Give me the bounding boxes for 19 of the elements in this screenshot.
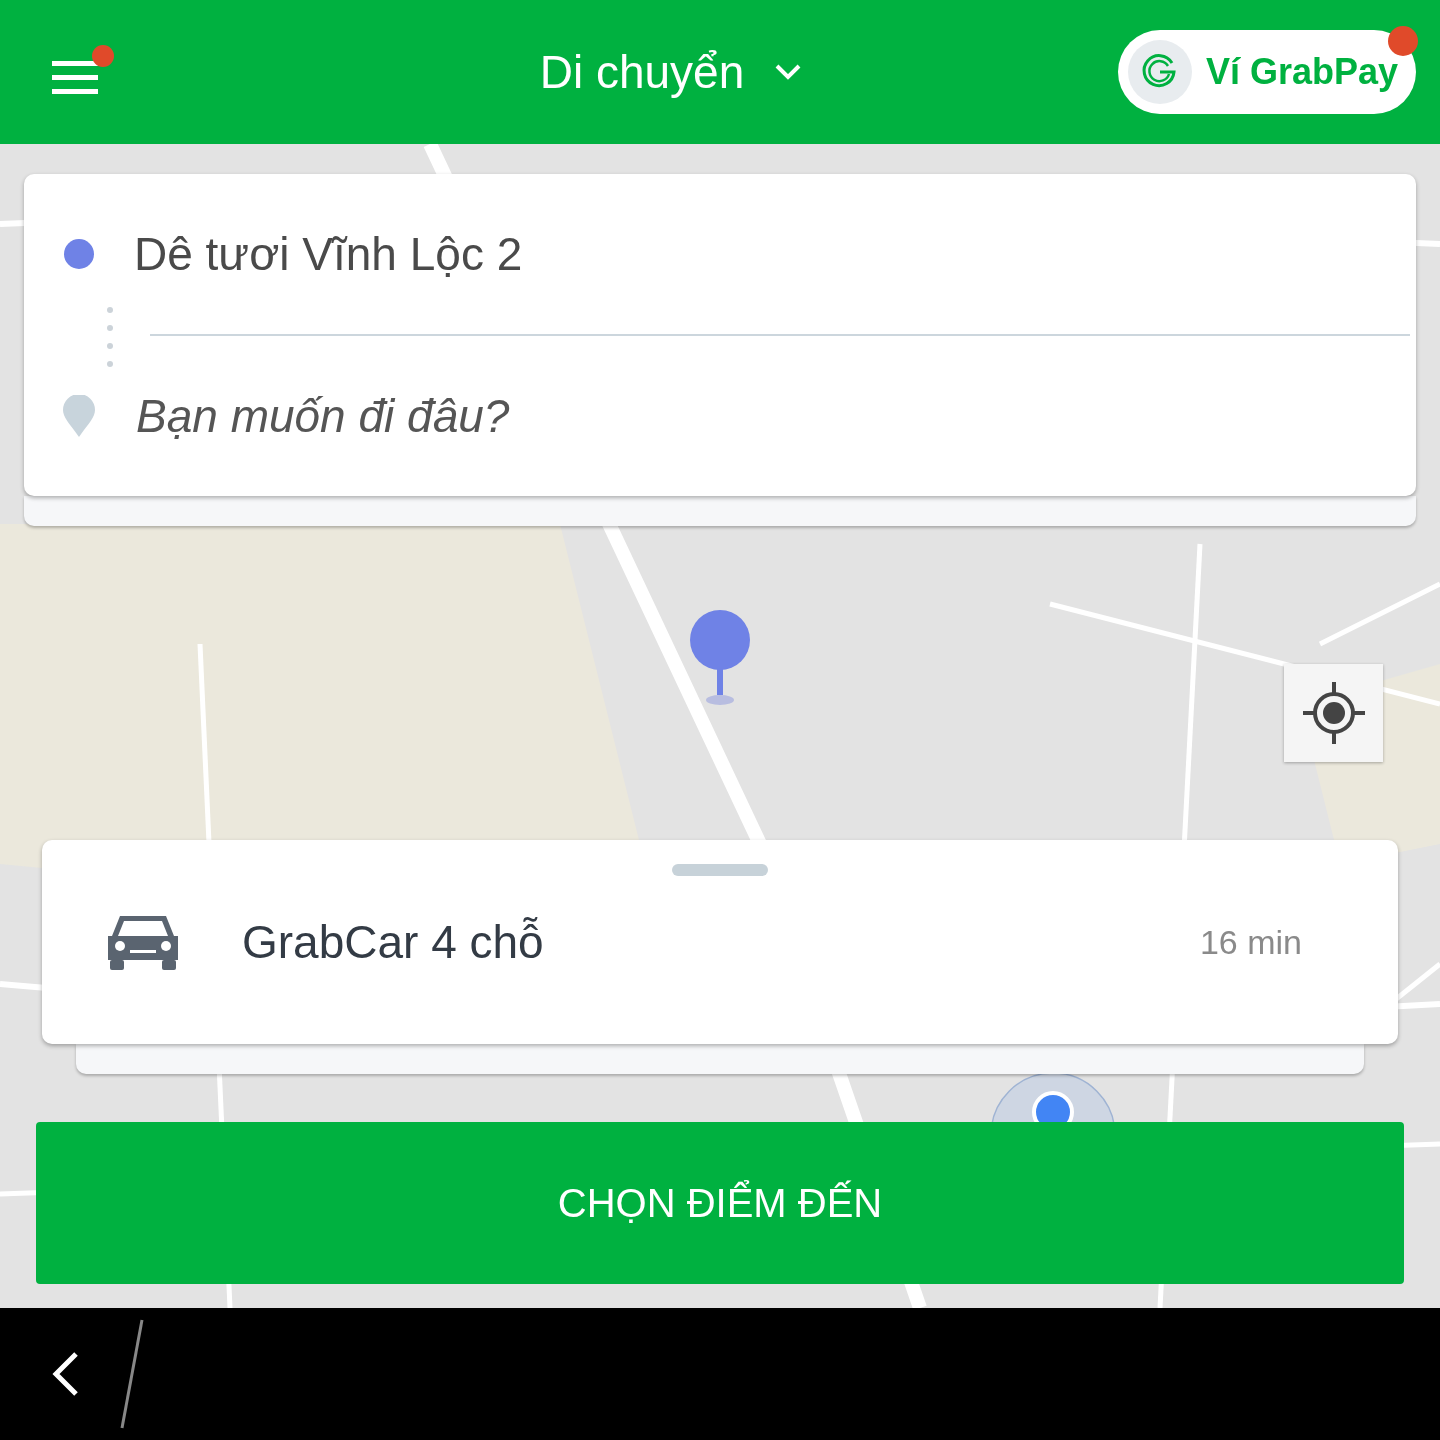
destination-field[interactable]: Bạn muốn đi đâu? — [134, 388, 1416, 444]
chevron-down-icon — [774, 63, 803, 81]
vehicle-card[interactable]: GrabCar 4 chỗ 16 min — [42, 840, 1398, 1044]
location-pin-icon — [63, 395, 95, 437]
choose-destination-button[interactable]: CHỌN ĐIỂM ĐẾN — [36, 1122, 1404, 1284]
my-location-button[interactable] — [1284, 664, 1383, 762]
wallet-logo-icon — [1127, 40, 1192, 104]
service-dropdown[interactable]: Di chuyển — [539, 45, 803, 99]
drag-handle[interactable] — [672, 864, 768, 876]
back-button[interactable] — [50, 1351, 80, 1397]
pickup-dot-icon — [64, 239, 94, 269]
pickup-location: Dê tươi Vĩnh Lộc 2 — [134, 227, 523, 281]
back-icon — [50, 1351, 80, 1397]
route-dots-icon — [106, 306, 114, 370]
menu-icon — [52, 61, 98, 95]
divider-stroke-icon — [120, 1318, 144, 1430]
eta-text: 16 min — [1199, 922, 1302, 962]
crosshair-icon — [1302, 682, 1365, 744]
vehicle-name: GrabCar 4 chỗ — [242, 915, 544, 969]
